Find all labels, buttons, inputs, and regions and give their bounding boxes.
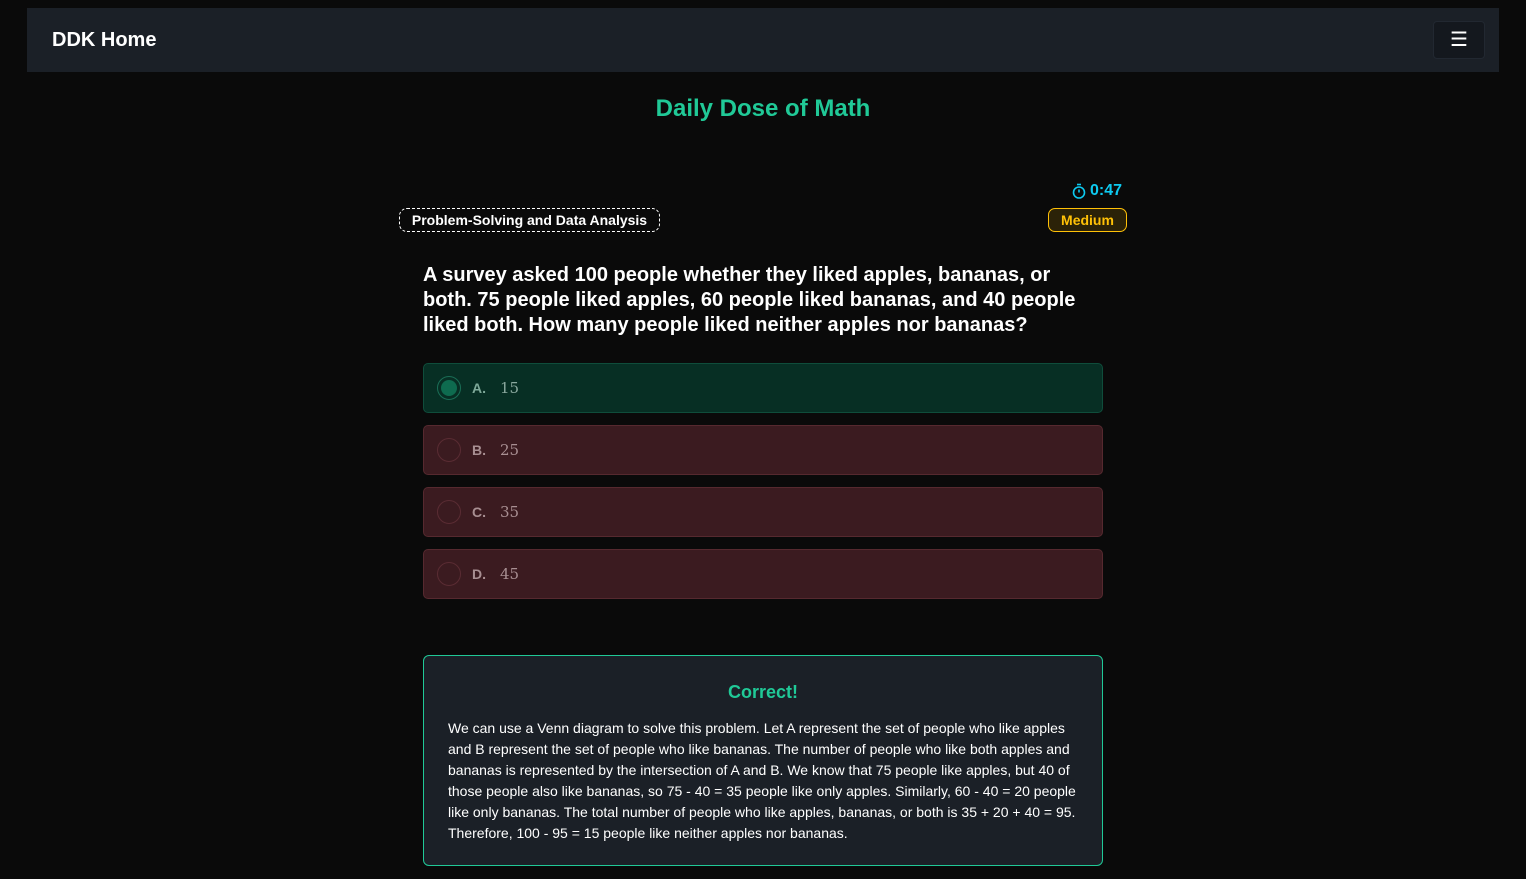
option-d[interactable]: D. 45 [423,549,1103,599]
explanation-panel: Correct! We can use a Venn diagram to so… [423,655,1103,866]
radio-button[interactable] [437,376,461,400]
option-text: 15 [500,379,520,397]
option-letter: A. [472,380,486,396]
question-text: A survey asked 100 people whether they l… [423,264,1076,336]
radio-button[interactable] [437,438,461,462]
result-title: Correct! [727,682,798,702]
timer-value: 0:47 [1090,182,1123,199]
option-text: 45 [500,565,520,583]
explanation-text: We can use a Venn diagram to solve this … [448,720,1076,841]
page-title: Daily Dose of Math [655,95,871,122]
radio-button[interactable] [437,562,461,586]
brand-link[interactable]: DDK Home [52,29,156,52]
option-letter: B. [472,442,486,458]
timer: 0:47 [1072,182,1122,200]
option-a[interactable]: A. 15 [423,363,1103,413]
hamburger-icon: ☰ [1450,29,1468,51]
option-letter: C. [472,504,486,520]
option-c[interactable]: C. 35 [423,487,1103,537]
category-badge: Problem-Solving and Data Analysis [399,208,660,232]
option-letter: D. [472,566,486,582]
menu-toggle-button[interactable]: ☰ [1433,21,1485,59]
stopwatch-icon [1072,183,1086,199]
difficulty-badge: Medium [1048,208,1127,232]
option-text: 25 [500,441,520,459]
navbar: DDK Home ☰ [27,8,1499,72]
option-text: 35 [500,503,520,521]
radio-button[interactable] [437,500,461,524]
option-b[interactable]: B. 25 [423,425,1103,475]
